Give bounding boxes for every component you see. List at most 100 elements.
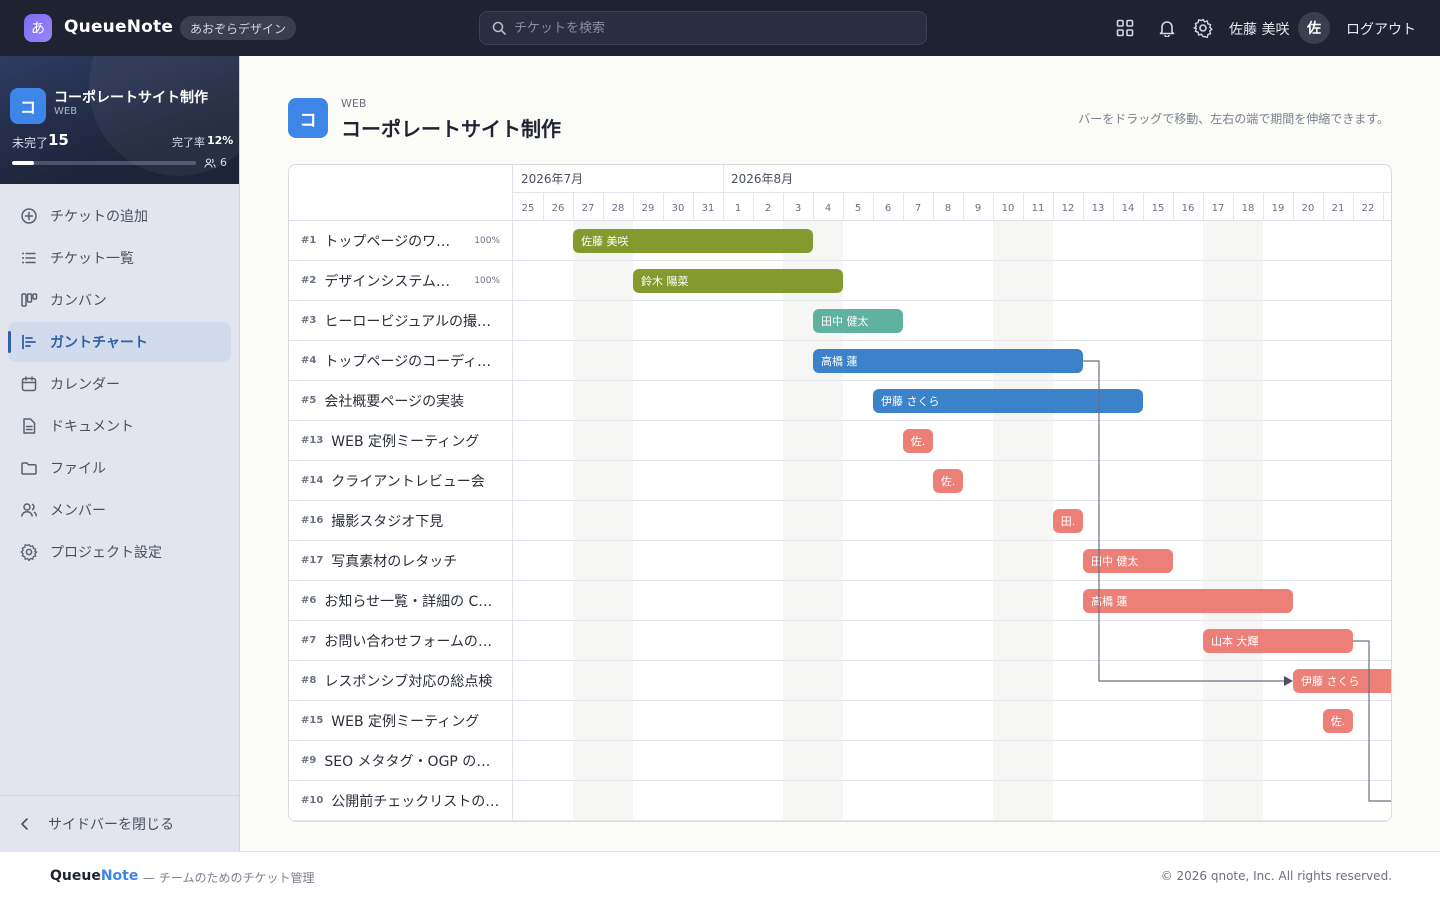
task-id: #5 [301, 395, 317, 406]
task-row[interactable]: #13 WEB 定例ミーティング [289, 421, 513, 461]
sidebar-item-label: カンバン [50, 293, 107, 309]
task-name[interactable]: 写真素材のレタッチ [331, 551, 457, 571]
sidebar-item-label: ファイル [50, 461, 106, 477]
task-row[interactable]: #2 デザインシステムの… 100% [289, 261, 513, 301]
completion-rate: 12% [207, 134, 234, 147]
footer: QueueNote — チームのためのチケット管理 © 2026 qnote, … [0, 851, 1440, 900]
sidebar-item-gantt[interactable]: ガントチャート [8, 322, 231, 362]
day-label: 3 [795, 203, 801, 214]
task-row[interactable]: #17 写真素材のレタッチ [289, 541, 513, 581]
member-count[interactable]: 6 [204, 156, 227, 169]
task-name[interactable]: トップページのコーディン… [324, 351, 502, 371]
task-name[interactable]: お問い合わせフォームの実… [324, 631, 502, 651]
task-name[interactable]: お知らせ一覧・詳細の CM… [324, 591, 502, 611]
task-bar-assignee: 佐. [1331, 714, 1346, 728]
search-input[interactable] [514, 20, 914, 36]
sidebar-item-document[interactable]: ドキュメント [8, 406, 231, 446]
task-progress: 100% [474, 235, 500, 246]
gantt-timeline: 2026年7月 2026年8月 25 26 27 28 29 30 31 1 2 3 4 5 6 7 8 9 10 1… [513, 165, 1391, 821]
org-logo[interactable]: あ [24, 14, 52, 42]
sidebar-item-list[interactable]: チケット一覧 [8, 238, 231, 278]
gear-icon[interactable] [1191, 16, 1215, 40]
logout-button[interactable]: ログアウト [1346, 19, 1416, 39]
task-bar-assignee: 田中 健太 [1091, 555, 1139, 568]
sidebar-item-label: チケット一覧 [50, 251, 134, 267]
day-label: 6 [885, 203, 891, 214]
page-title: コーポレートサイト制作 [341, 117, 561, 141]
sidebar-item-label: チケットの追加 [50, 209, 148, 225]
task-row[interactable]: #6 お知らせ一覧・詳細の CM… [289, 581, 513, 621]
task-name[interactable]: ヒーロービジュアルの撮影… [324, 311, 502, 331]
task-name[interactable]: SEO メタタグ・OGP の整備 [324, 751, 502, 771]
brand-name[interactable]: QueueNote [64, 17, 173, 37]
org-switcher[interactable]: あおぞらデザイン [180, 16, 297, 40]
task-name[interactable]: クライアントレビュー会 [331, 471, 484, 491]
task-row[interactable]: #16 撮影スタジオ下見 [289, 501, 513, 541]
users-icon [20, 501, 38, 519]
avatar[interactable]: 佐 [1298, 12, 1330, 44]
day-label: 31 [702, 203, 715, 214]
page-project-icon: コ [288, 98, 328, 138]
project-code: WEB [54, 106, 78, 117]
dependency-line [1353, 640, 1391, 802]
task-row[interactable]: #1 トップページのワイ… 100% [289, 221, 513, 261]
task-name[interactable]: WEB 定例ミーティング [331, 431, 479, 451]
bell-icon[interactable] [1155, 16, 1179, 40]
sidebar-item-kanban[interactable]: カンバン [8, 280, 231, 320]
sidebar-close-label: サイドバーを閉じる [48, 816, 174, 833]
task-name[interactable]: WEB 定例ミーティング [331, 711, 479, 731]
project-summary-card[interactable]: コ コーポレートサイト制作 WEB 未完了 15 完了率 12% 6 [0, 56, 239, 184]
task-row[interactable]: #10 公開前チェックリストの… [289, 781, 513, 821]
task-row[interactable]: #14 クライアントレビュー会 [289, 461, 513, 501]
sidebar-close-button[interactable]: サイドバーを閉じる [0, 795, 239, 851]
sidebar-item-gear[interactable]: プロジェクト設定 [8, 532, 231, 572]
day-label: 27 [582, 203, 595, 214]
task-name[interactable]: トップページのワイ… [324, 231, 459, 251]
task-bar-assignee: 高橋 蓮 [821, 354, 858, 368]
day-label: 25 [522, 203, 535, 214]
completion-progress-fill [12, 161, 35, 165]
task-id: #4 [301, 355, 317, 366]
sidebar-item-users[interactable]: メンバー [8, 490, 231, 530]
sidebar-item-calendar[interactable]: カレンダー [8, 364, 231, 404]
footer-brand-accent: Note [100, 868, 139, 884]
task-name[interactable]: デザインシステムの… [324, 271, 459, 291]
user-name[interactable]: 佐藤 美咲 [1229, 19, 1289, 39]
task-name[interactable]: 撮影スタジオ下見 [331, 511, 443, 531]
task-row[interactable]: #9 SEO メタタグ・OGP の整備 [289, 741, 513, 781]
task-name[interactable]: レスポンシブ対応の総点検 [324, 671, 492, 691]
task-id: #14 [301, 475, 324, 486]
search-box[interactable] [479, 11, 927, 45]
sidebar-item-label: ガントチャート [50, 335, 148, 351]
task-row[interactable]: #4 トップページのコーディン… [289, 341, 513, 381]
task-row[interactable]: #3 ヒーロービジュアルの撮影… [289, 301, 513, 341]
sidebar-item-folder[interactable]: ファイル [8, 448, 231, 488]
day-label: 7 [915, 203, 921, 214]
day-label: 9 [975, 203, 981, 214]
open-count: 15 [48, 131, 69, 149]
footer-tagline: — チームのためのチケット管理 [143, 871, 315, 885]
weekend-shade [993, 221, 1053, 821]
footer-brand-main: Queue [50, 868, 101, 884]
member-count-value: 6 [220, 156, 227, 169]
task-id: #16 [301, 515, 324, 526]
sidebar-item-plus-circle[interactable]: チケットの追加 [8, 196, 231, 236]
task-bar-assignee: 田. [1061, 515, 1076, 528]
task-row[interactable]: #5 会社概要ページの実装 [289, 381, 513, 421]
day-label: 14 [1122, 203, 1135, 214]
task-row[interactable]: #15 WEB 定例ミーティング [289, 701, 513, 741]
gantt-task-list: #1 トップページのワイ… 100% #2 デザインシステムの… 100% #3 ヒーロービジ… [289, 221, 513, 821]
footer-brand[interactable]: QueueNote [50, 868, 138, 884]
task-row[interactable]: #8 レスポンシブ対応の総点検 [289, 661, 513, 701]
task-name[interactable]: 公開前チェックリストの… [331, 791, 499, 811]
weekend-shade [1203, 221, 1263, 821]
task-bar-assignee: 田中 健太 [821, 315, 869, 328]
task-row[interactable]: #7 お問い合わせフォームの実… [289, 621, 513, 661]
month-label: 2026年8月 [731, 172, 793, 186]
day-label: 13 [1092, 203, 1105, 214]
apps-grid-icon[interactable] [1113, 16, 1137, 40]
task-name[interactable]: 会社概要ページの実装 [324, 391, 464, 411]
sidebar-item-label: ドキュメント [50, 419, 134, 435]
kanban-icon [20, 291, 38, 309]
task-id: #7 [301, 635, 317, 646]
